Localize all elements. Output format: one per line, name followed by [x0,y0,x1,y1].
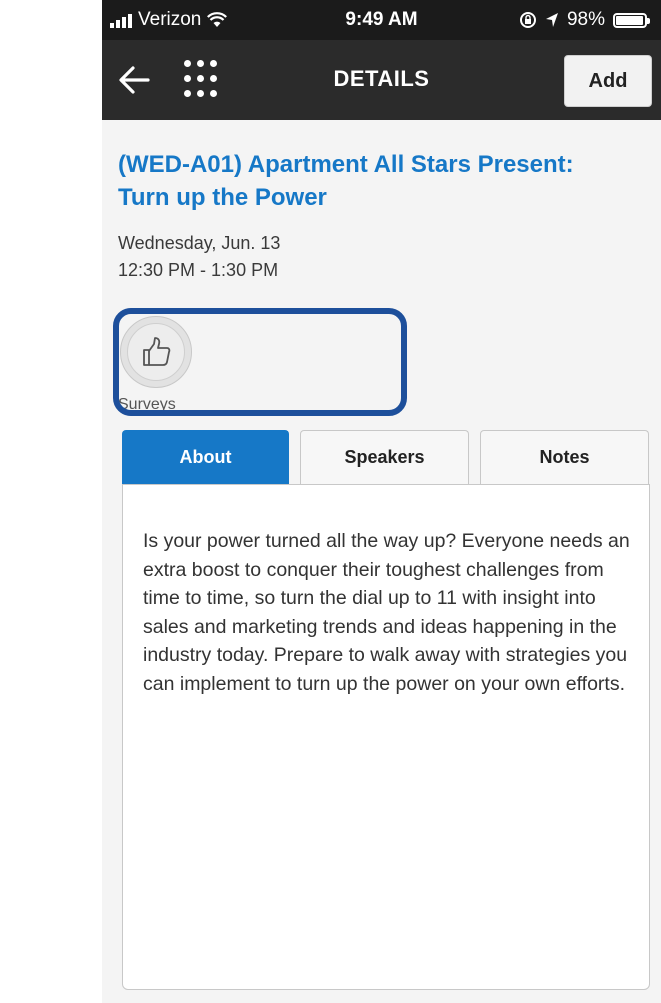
lock-rotation-icon [519,12,536,28]
session-time: 12:30 PM - 1:30 PM [118,260,279,280]
nav-bar: DETAILS Add [102,40,661,120]
highlight-box [113,308,407,416]
battery-percent: 98% [566,9,605,30]
about-panel: Is your power turned all the way up? Eve… [122,484,650,990]
session-date: Wednesday, Jun. 13 [118,233,281,253]
battery-icon [613,12,650,28]
about-description: Is your power turned all the way up? Eve… [143,530,630,695]
location-arrow-icon [545,13,558,27]
tab-notes[interactable]: Notes [480,430,649,484]
phone-screen: Verizon 9:49 AM 98% DETAILS Add (WED-A01… [102,0,661,1003]
add-button[interactable]: Add [564,55,652,107]
status-bar: Verizon 9:49 AM 98% [102,0,661,40]
session-title: (WED-A01) Apartment All Stars Present: T… [118,151,574,211]
tab-about[interactable]: About [122,430,289,484]
tab-speakers[interactable]: Speakers [300,430,469,484]
status-right: 98% [519,9,650,31]
